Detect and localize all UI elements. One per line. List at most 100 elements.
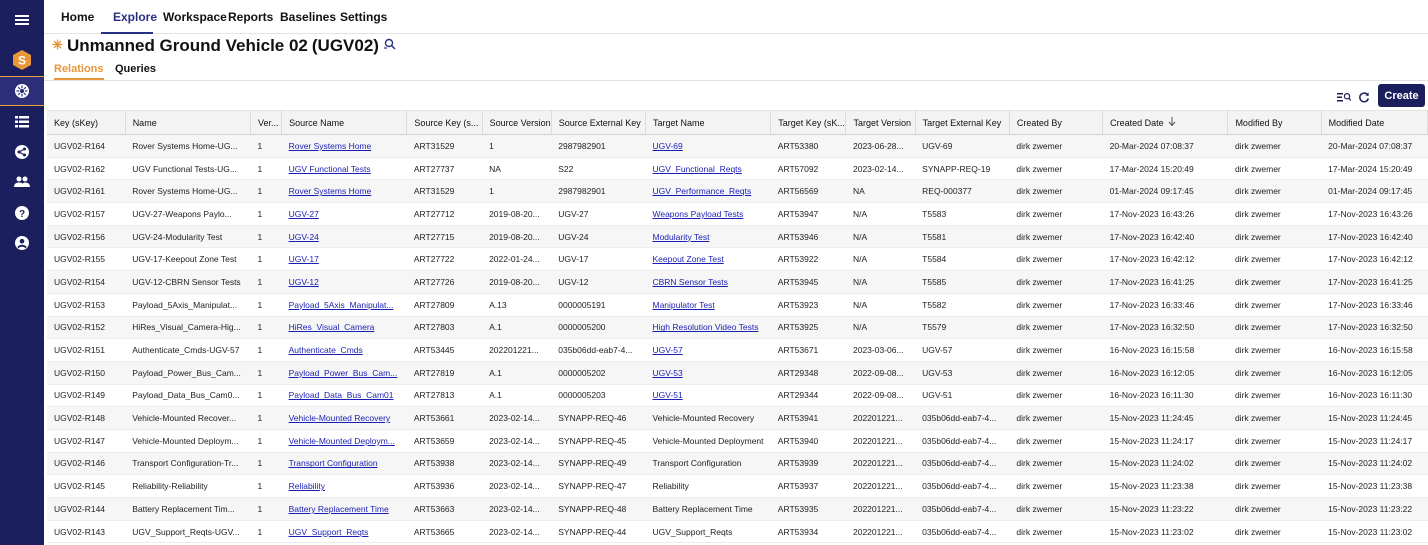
source-name-link[interactable]: Payload_5Axis_Manipulat... bbox=[281, 293, 407, 317]
table-row[interactable]: UGV02-R153 Payload_5Axis_Manipulat... 1 Pay… bbox=[47, 293, 1428, 317]
source-name-link[interactable]: UGV Functional Tests bbox=[281, 157, 407, 181]
table-row[interactable]: UGV02-R156 UGV-24-Modularity Test 1 UGV-24 A… bbox=[47, 225, 1428, 249]
search-tree-icon[interactable] bbox=[383, 37, 396, 55]
target-name-link[interactable]: UGV_Functional_Reqts bbox=[645, 157, 771, 181]
table-cell: UGV02-R148 bbox=[47, 406, 126, 430]
column-header[interactable]: Source Version bbox=[482, 110, 552, 135]
filter-list-icon[interactable] bbox=[1336, 87, 1352, 107]
target-name-link[interactable]: Manipulator Test bbox=[645, 293, 771, 317]
table-row[interactable]: UGV02-R157 UGV-27-Weapons Paylo... 1 UGV-27… bbox=[47, 202, 1428, 226]
source-name-link[interactable]: UGV_Support_Reqts bbox=[281, 520, 407, 544]
source-name-link[interactable]: Transport Configuration bbox=[281, 452, 407, 476]
source-name-link[interactable]: Vehicle-Mounted Recovery bbox=[281, 406, 407, 430]
tab-queries[interactable]: Queries bbox=[115, 60, 156, 80]
column-header-label: Ver... bbox=[258, 117, 279, 128]
table-row[interactable]: UGV02-R150 Payload_Power_Bus_Cam... 1 Paylo… bbox=[47, 361, 1428, 385]
table-cell: dirk zwemer bbox=[1009, 179, 1103, 204]
table-row[interactable]: UGV02-R154 UGV-12-CBRN Sensor Tests 1 UGV-1… bbox=[47, 270, 1428, 294]
source-name-link[interactable]: Reliability bbox=[281, 474, 407, 498]
column-header-label: Target Name bbox=[652, 117, 705, 128]
source-name-link[interactable]: Vehicle-Mounted Deploym... bbox=[281, 429, 407, 453]
source-name-link[interactable]: UGV-12 bbox=[281, 270, 407, 294]
table-row[interactable]: UGV02-R162 UGV Functional Tests-UG... 1 UGV… bbox=[47, 157, 1428, 181]
sort-descending-icon[interactable] bbox=[1168, 117, 1176, 128]
create-button[interactable]: Create bbox=[1378, 84, 1425, 107]
table-row[interactable]: UGV02-R144 Battery Replacement Tim... 1 Bat… bbox=[47, 497, 1428, 521]
source-name-link[interactable]: Rover Systems Home bbox=[281, 134, 407, 158]
column-header[interactable]: Target Name bbox=[645, 110, 772, 135]
column-header[interactable]: Key (sKey) bbox=[47, 110, 126, 135]
target-name-link[interactable]: UGV-53 bbox=[645, 361, 771, 385]
table-row[interactable]: UGV02-R149 Payload_Data_Bus_Cam0... 1 Paylo… bbox=[47, 384, 1428, 408]
table-row[interactable]: UGV02-R164 Rover Systems Home-UG... 1 Rover… bbox=[47, 134, 1428, 158]
target-name-link[interactable]: UGV-69 bbox=[645, 134, 771, 158]
column-header[interactable]: Target Version bbox=[845, 110, 916, 135]
nav-settings[interactable]: Settings bbox=[340, 0, 387, 34]
table-row[interactable]: UGV02-R161 Rover Systems Home-UG... 1 Rover… bbox=[47, 179, 1428, 204]
explore-icon[interactable] bbox=[0, 76, 44, 106]
table-row[interactable]: UGV02-R148 Vehicle-Mounted Recover... 1 Veh… bbox=[47, 406, 1428, 430]
table-cell: ART53671 bbox=[770, 338, 846, 362]
table-cell: dirk zwemer bbox=[1227, 452, 1322, 476]
table-cell: 17-Nov-2023 16:32:50 bbox=[1102, 316, 1228, 340]
account-icon[interactable] bbox=[0, 228, 44, 258]
refresh-icon[interactable] bbox=[1356, 87, 1372, 107]
table-cell: UGV02-R152 bbox=[47, 316, 126, 340]
help-icon[interactable]: ? bbox=[0, 198, 44, 228]
source-name-link[interactable]: Payload_Data_Bus_Cam01 bbox=[281, 384, 407, 408]
source-name-link[interactable]: Battery Replacement Time bbox=[281, 497, 407, 521]
table-cell: 2019-08-20... bbox=[482, 225, 552, 249]
target-name-link[interactable]: Keepout Zone Test bbox=[645, 247, 771, 272]
nav-baselines[interactable]: Baselines bbox=[280, 0, 336, 34]
target-name-link[interactable]: CBRN Sensor Tests bbox=[645, 270, 771, 294]
nav-explore[interactable]: Explore bbox=[113, 0, 157, 34]
column-header[interactable]: Target External Key bbox=[915, 110, 1010, 135]
table-row[interactable]: UGV02-R155 UGV-17-Keepout Zone Test 1 UGV-1… bbox=[47, 247, 1428, 272]
nav-home[interactable]: Home bbox=[61, 0, 94, 34]
table-row[interactable]: UGV02-R145 Reliability-Reliability 1 Reliab… bbox=[47, 474, 1428, 498]
menu-icon[interactable] bbox=[0, 5, 44, 35]
source-name-link[interactable]: Payload_Power_Bus_Cam... bbox=[281, 361, 407, 385]
logo-s-icon[interactable]: S bbox=[0, 45, 44, 75]
nav-reports[interactable]: Reports bbox=[228, 0, 273, 34]
target-name-link[interactable]: UGV_Performance_Reqts bbox=[645, 179, 771, 204]
table-row[interactable]: UGV02-R147 Vehicle-Mounted Deploym... 1 Veh… bbox=[47, 429, 1428, 453]
users-icon[interactable] bbox=[0, 167, 44, 197]
table-cell: dirk zwemer bbox=[1227, 157, 1322, 181]
target-name-link[interactable]: Weapons Payload Tests bbox=[645, 202, 771, 226]
source-name-link[interactable]: HiRes_Visual_Camera bbox=[281, 316, 407, 340]
table-cell: dirk zwemer bbox=[1227, 520, 1322, 544]
column-header[interactable]: Modified Date bbox=[1321, 110, 1428, 135]
column-header[interactable]: Created By bbox=[1009, 110, 1104, 135]
table-cell: 17-Nov-2023 16:42:12 bbox=[1321, 247, 1428, 272]
column-header[interactable]: Created Date bbox=[1102, 110, 1229, 135]
table-row[interactable]: UGV02-R143 UGV_Support_Reqts-UGV... 1 UGV_S… bbox=[47, 520, 1428, 544]
source-name-link[interactable]: UGV-27 bbox=[281, 202, 407, 226]
target-name-link[interactable]: High Resolution Video Tests bbox=[645, 316, 771, 340]
table-row[interactable]: UGV02-R151 Authenticate_Cmds-UGV-57 1 Authe… bbox=[47, 338, 1428, 362]
column-header[interactable]: Modified By bbox=[1227, 110, 1322, 135]
column-header[interactable]: Source Key (s... bbox=[406, 110, 483, 135]
table-cell: Battery Replacement Tim... bbox=[125, 497, 251, 521]
target-name-link[interactable]: Modularity Test bbox=[645, 225, 771, 249]
target-name-link[interactable]: UGV-57 bbox=[645, 338, 771, 362]
target-name-link[interactable]: UGV-51 bbox=[645, 384, 771, 408]
source-name-link[interactable]: Rover Systems Home bbox=[281, 179, 407, 204]
column-header[interactable]: Source Name bbox=[281, 110, 408, 135]
column-header[interactable]: Target Key (sK... bbox=[770, 110, 847, 135]
source-name-link[interactable]: UGV-17 bbox=[281, 247, 407, 272]
column-header[interactable]: Name bbox=[125, 110, 252, 135]
source-name-link[interactable]: Authenticate_Cmds bbox=[281, 338, 407, 362]
source-name-link[interactable]: UGV-24 bbox=[281, 225, 407, 249]
table-row[interactable]: UGV02-R152 HiRes_Visual_Camera-Hig... 1 HiR… bbox=[47, 316, 1428, 340]
table-cell: ART53939 bbox=[770, 452, 846, 476]
list-icon[interactable] bbox=[0, 107, 44, 137]
nav-workspace[interactable]: Workspace bbox=[163, 0, 227, 34]
share-icon[interactable] bbox=[0, 137, 44, 167]
column-header[interactable]: Ver... bbox=[250, 110, 283, 135]
table-row[interactable]: UGV02-R146 Transport Configuration-Tr... 1… bbox=[47, 452, 1428, 476]
tab-relations[interactable]: Relations bbox=[54, 60, 104, 80]
column-header[interactable]: Source External Key bbox=[551, 110, 646, 135]
table-cell: UGV Functional Tests-UG... bbox=[125, 157, 251, 181]
table-cell: dirk zwemer bbox=[1009, 247, 1103, 272]
